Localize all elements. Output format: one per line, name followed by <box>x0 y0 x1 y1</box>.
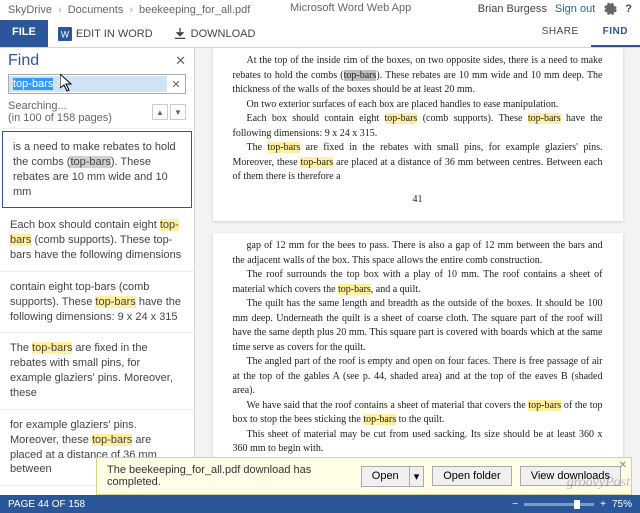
breadcrumb-folder[interactable]: Documents <box>68 4 124 16</box>
close-icon[interactable]: ✕ <box>619 460 627 471</box>
chevron-right-icon: › <box>58 4 62 16</box>
zoom-in-button[interactable]: + <box>600 499 606 510</box>
document-view[interactable]: At the top of the inside rim of the boxe… <box>195 48 640 495</box>
edit-in-word-label: EDIT IN WORD <box>76 28 153 40</box>
breadcrumb-file[interactable]: beekeeping_for_all.pdf <box>139 4 250 16</box>
edit-in-word-button[interactable]: W EDIT IN WORD <box>48 20 163 47</box>
close-icon[interactable]: ✕ <box>175 53 186 69</box>
document-page: At the top of the inside rim of the boxe… <box>213 48 623 221</box>
chevron-right-icon: › <box>129 4 133 16</box>
find-searching: Searching... <box>8 100 112 112</box>
tab-find[interactable]: FIND <box>591 20 640 47</box>
zoom-level: 75% <box>612 499 632 510</box>
download-notification: ✕ The beekeeping_for_all.pdf download ha… <box>96 457 632 495</box>
open-dropdown[interactable]: ▾ <box>410 466 425 487</box>
breadcrumb-root[interactable]: SkyDrive <box>8 4 52 16</box>
word-icon: W <box>58 27 72 41</box>
zoom-controls: − + 75% <box>512 499 632 510</box>
file-tab[interactable]: FILE <box>0 20 48 47</box>
document-page: gap of 12 mm for the bees to pass. There… <box>213 233 623 495</box>
find-title: Find <box>8 52 39 70</box>
tab-share[interactable]: SHARE <box>530 20 591 47</box>
user-area: Brian Burgess Sign out ? <box>478 2 632 16</box>
download-message: The beekeeping_for_all.pdf download has … <box>107 464 353 488</box>
find-input-row: ✕ <box>8 74 186 94</box>
tab-strip: SHARE FIND <box>518 20 640 47</box>
highlight-selected: top-bars <box>344 70 377 81</box>
user-name: Brian Burgess <box>478 3 547 15</box>
download-label: DOWNLOAD <box>191 28 256 40</box>
gear-icon[interactable] <box>603 2 617 16</box>
statusbar: PAGE 44 OF 158 − + 75% <box>0 495 640 513</box>
open-button[interactable]: Open <box>361 466 410 487</box>
svg-text:W: W <box>61 29 70 39</box>
help-icon[interactable]: ? <box>625 3 632 15</box>
view-downloads-button[interactable]: View downloads <box>520 466 621 486</box>
app-title: Microsoft Word Web App <box>290 2 411 14</box>
find-nav: ▲ ▼ <box>152 104 186 120</box>
open-folder-button[interactable]: Open folder <box>432 466 511 486</box>
zoom-slider[interactable] <box>524 503 594 506</box>
download-button[interactable]: DOWNLOAD <box>163 20 266 47</box>
page-number: 41 <box>233 193 603 208</box>
find-results: is a need to make rebates to hold the co… <box>0 128 194 495</box>
sign-out-link[interactable]: Sign out <box>555 3 595 15</box>
toolbar: FILE W EDIT IN WORD DOWNLOAD SHARE FIND <box>0 20 640 48</box>
prev-result-button[interactable]: ▲ <box>152 104 168 120</box>
find-result[interactable]: is a need to make rebates to hold the co… <box>2 131 192 208</box>
find-result[interactable]: The top-bars are fixed in the rebates wi… <box>0 333 194 409</box>
find-result[interactable]: contain eight top-bars (comb supports). … <box>0 272 194 334</box>
download-icon <box>173 27 187 41</box>
find-input[interactable] <box>9 76 167 92</box>
find-pane: Find ✕ ✕ Searching... (in 100 of 158 pag… <box>0 48 195 495</box>
next-result-button[interactable]: ▼ <box>170 104 186 120</box>
find-count: (in 100 of 158 pages) <box>8 112 112 124</box>
clear-search-icon[interactable]: ✕ <box>167 78 185 91</box>
zoom-out-button[interactable]: − <box>512 499 518 510</box>
page-status: PAGE 44 OF 158 <box>8 499 85 510</box>
find-result[interactable]: Each box should contain eight top-bars (… <box>0 210 194 272</box>
